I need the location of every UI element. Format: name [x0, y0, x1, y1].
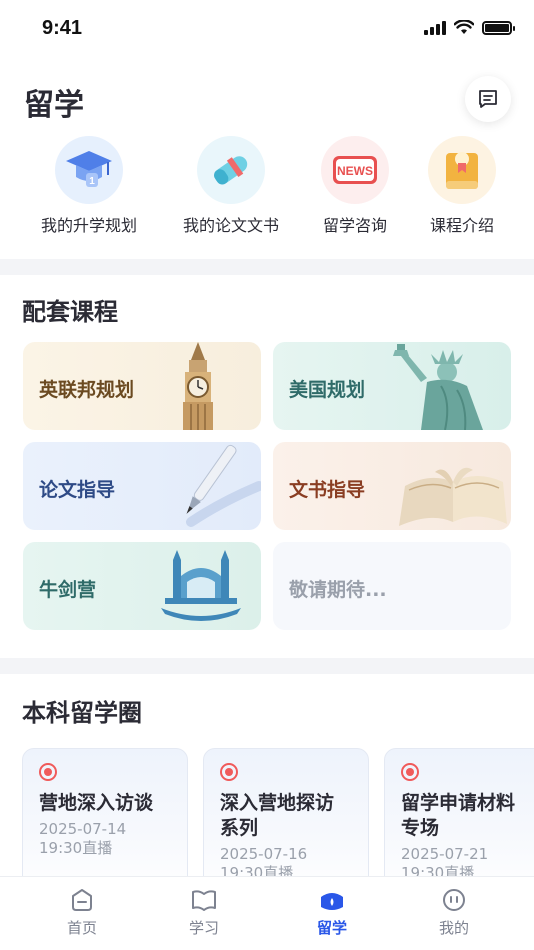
- tab-label: 我的: [438, 919, 469, 937]
- tab-home[interactable]: 首页: [42, 887, 122, 938]
- quick-nav-label: 我的升学规划: [40, 216, 137, 235]
- statue-of-liberty-icon: [393, 344, 483, 430]
- tab-profile[interactable]: 我的: [414, 887, 494, 938]
- graduation-cap-icon: 1: [55, 136, 123, 204]
- tab-study-abroad[interactable]: 留学: [292, 887, 372, 938]
- course-card-oxbridge[interactable]: 牛剑营: [23, 542, 261, 630]
- section-divider: [0, 658, 534, 674]
- course-label: 文书指导: [289, 479, 366, 501]
- profile-icon: [443, 889, 465, 911]
- tab-label: 首页: [66, 919, 97, 937]
- quick-nav-label: 留学咨询: [322, 216, 387, 235]
- course-card-thesis[interactable]: 论文指导: [23, 442, 261, 530]
- course-card-usa[interactable]: 美国规划: [273, 342, 511, 430]
- circle-section-title: 本科留学圈: [22, 699, 142, 727]
- course-label: 论文指导: [39, 479, 116, 501]
- live-icon: [220, 763, 238, 781]
- open-book-icon: [399, 467, 507, 526]
- book-icon: [192, 890, 216, 911]
- circle-card[interactable]: 留学申请材料专场 2025-07-21 19:30直播: [384, 748, 534, 878]
- page-title: 留学: [24, 88, 84, 123]
- circle-card-list[interactable]: 营地深入访谈 2025-07-14 19:30直播 深入营地探访系列 2025-0…: [22, 748, 534, 878]
- quick-nav-label: 我的论文文书: [182, 216, 279, 235]
- course-label: 英联邦规划: [39, 379, 135, 401]
- message-button[interactable]: [465, 76, 511, 122]
- circle-card-date: 2025-07-16 19:30直播: [220, 845, 308, 878]
- quick-nav-courses[interactable]: 课程介绍: [397, 136, 527, 236]
- course-label: 敬请期待...: [289, 579, 387, 601]
- cellular-signal-icon: [424, 20, 446, 35]
- live-icon: [39, 763, 57, 781]
- home-icon: [72, 889, 92, 911]
- status-icons: [424, 20, 515, 35]
- big-ben-icon: [183, 342, 213, 430]
- quick-nav-essay[interactable]: 我的论文文书: [166, 136, 296, 236]
- battery-icon: [482, 20, 515, 35]
- quick-nav-label: 课程介绍: [429, 216, 494, 235]
- tab-label: 学习: [188, 919, 219, 937]
- pen-icon: [186, 444, 261, 527]
- wifi-icon: [454, 20, 474, 34]
- quick-nav: 1 我的升学规划 我的论文文书 NEWS 留学咨询 课程介绍: [0, 136, 534, 246]
- circle-card-date: 2025-07-21 19:30直播: [401, 845, 489, 878]
- svg-text:1: 1: [89, 176, 95, 187]
- college-building-icon: [161, 550, 241, 621]
- courses-section-title: 配套课程: [22, 298, 118, 326]
- section-divider: [0, 259, 534, 275]
- quick-nav-study-plan[interactable]: 1 我的升学规划: [24, 136, 154, 236]
- tab-label: 留学: [316, 919, 347, 937]
- svg-text:NEWS: NEWS: [337, 164, 373, 178]
- circle-card-title: 留学申请材料专场: [401, 792, 516, 839]
- message-icon: [479, 90, 497, 108]
- course-card-essay[interactable]: 文书指导: [273, 442, 511, 530]
- circle-card-title: 营地深入访谈: [39, 792, 154, 814]
- status-bar: 9:41: [0, 0, 534, 58]
- course-book-icon: [428, 136, 496, 204]
- course-card-coming-soon: 敬请期待...: [273, 542, 511, 630]
- diploma-scroll-icon: [197, 136, 265, 204]
- circle-card-date: 2025-07-14 19:30直播: [39, 820, 127, 857]
- circle-card[interactable]: 营地深入访谈 2025-07-14 19:30直播: [22, 748, 188, 878]
- news-icon: NEWS: [321, 136, 389, 204]
- tab-study[interactable]: 学习: [164, 887, 244, 938]
- course-label: 美国规划: [289, 379, 366, 401]
- tab-bar: 首页 学习 留学 我的: [0, 876, 534, 950]
- circle-card[interactable]: 深入营地探访系列 2025-07-16 19:30直播: [203, 748, 369, 878]
- live-icon: [401, 763, 419, 781]
- course-card-commonwealth[interactable]: 英联邦规划: [23, 342, 261, 430]
- study-abroad-cap-icon: [321, 893, 343, 910]
- circle-card-title: 深入营地探访系列: [220, 792, 335, 839]
- course-label: 牛剑营: [39, 579, 97, 601]
- status-time: 9:41: [42, 17, 83, 39]
